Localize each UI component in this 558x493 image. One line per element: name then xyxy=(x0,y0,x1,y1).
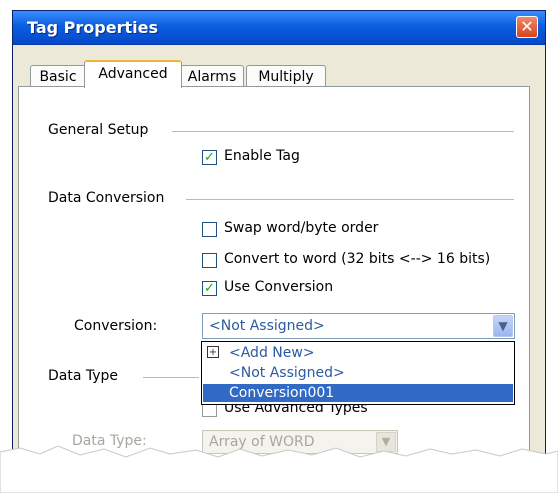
convert-to-word-label: Convert to word (32 bits <--> 16 bits) xyxy=(224,251,491,267)
torn-edge-decoration xyxy=(0,445,558,493)
dropdown-option-label: <Not Assigned> xyxy=(229,365,345,381)
tab-multiply[interactable]: Multiply xyxy=(246,65,326,87)
dialog-title: Tag Properties xyxy=(27,18,158,37)
tab-alarms-label: Alarms xyxy=(187,69,237,85)
tab-basic-label: Basic xyxy=(39,69,77,85)
tab-alarms[interactable]: Alarms xyxy=(180,65,244,87)
swap-word-byte-checkbox[interactable] xyxy=(202,222,217,237)
chevron-down-icon: ▼ xyxy=(498,319,508,333)
use-conversion-label: Use Conversion xyxy=(224,279,334,295)
title-bar[interactable]: Tag Properties ✕ xyxy=(13,11,545,45)
data-conversion-heading: Data Conversion xyxy=(48,190,165,206)
conversion-select[interactable]: <Not Assigned> ▼ xyxy=(202,313,515,339)
data-type-heading: Data Type xyxy=(48,368,119,384)
enable-tag-checkbox[interactable]: ✓ xyxy=(202,150,217,165)
enable-tag-label: Enable Tag xyxy=(224,148,300,164)
data-type-separator xyxy=(143,377,199,378)
tab-multiply-label: Multiply xyxy=(258,69,314,85)
close-icon: ✕ xyxy=(520,17,534,36)
data-conversion-separator xyxy=(186,199,514,200)
dropdown-option-conversion001[interactable]: Conversion001 xyxy=(203,384,513,402)
dropdown-option-not-assigned[interactable]: <Not Assigned> xyxy=(203,364,513,382)
dropdown-option-label: Conversion001 xyxy=(229,385,335,401)
add-new-icon: + xyxy=(207,346,219,358)
conversion-dropdown-button[interactable]: ▼ xyxy=(493,315,513,337)
general-setup-heading: General Setup xyxy=(48,122,149,138)
conversion-dropdown-list: + <Add New> <Not Assigned> Conversion001 xyxy=(201,341,515,405)
dropdown-option-add-new[interactable]: + <Add New> xyxy=(203,344,513,362)
conversion-label: Conversion: xyxy=(74,318,158,334)
tab-basic[interactable]: Basic xyxy=(30,65,86,87)
swap-word-byte-label: Swap word/byte order xyxy=(224,220,379,236)
convert-to-word-checkbox[interactable] xyxy=(202,253,217,268)
tab-advanced-label: Advanced xyxy=(98,66,168,82)
tab-advanced[interactable]: Advanced xyxy=(84,60,182,88)
general-setup-separator xyxy=(172,131,514,132)
conversion-select-value: <Not Assigned> xyxy=(209,318,325,334)
dropdown-option-label: <Add New> xyxy=(229,345,315,361)
close-button[interactable]: ✕ xyxy=(516,16,538,38)
use-conversion-checkbox[interactable]: ✓ xyxy=(202,281,217,296)
